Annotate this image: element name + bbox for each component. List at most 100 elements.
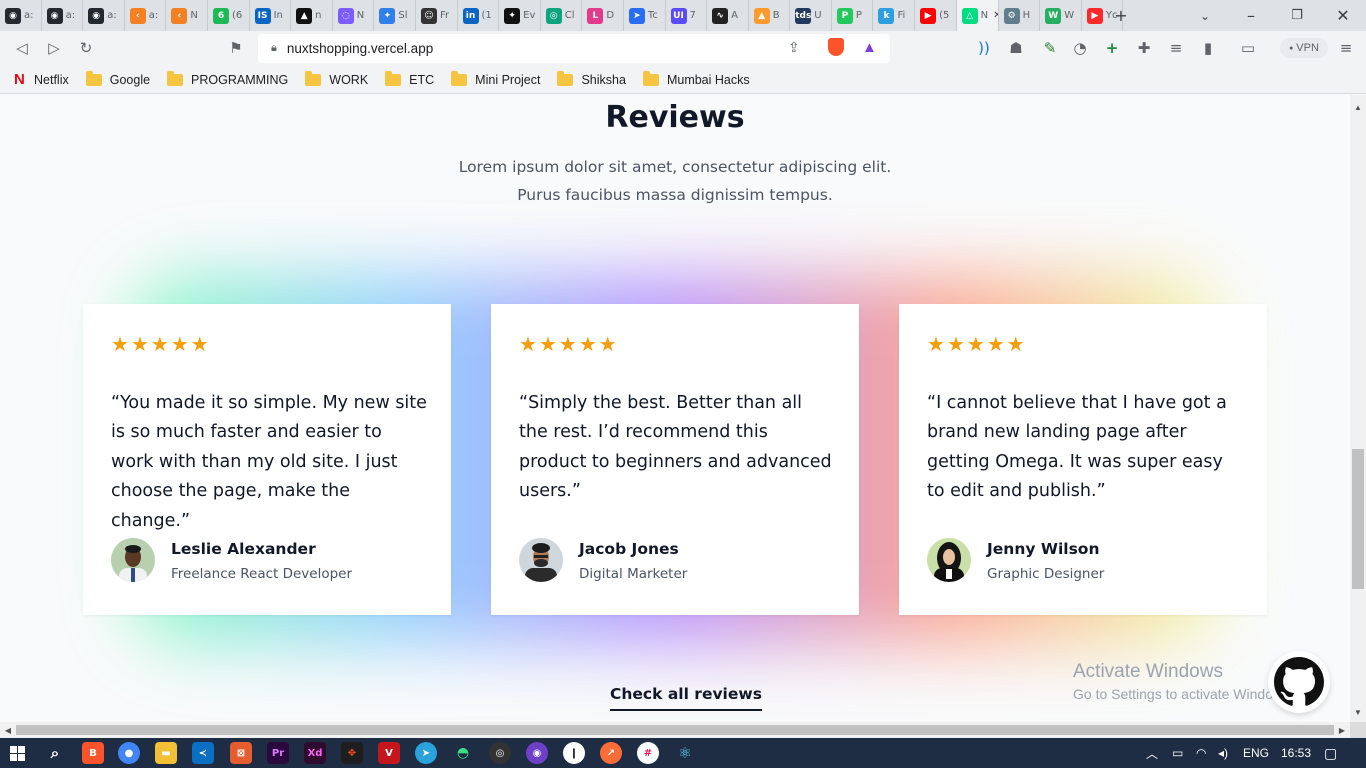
- bookmark-label: PROGRAMMING: [191, 72, 289, 87]
- vpn-button[interactable]: ● VPN: [1280, 38, 1328, 58]
- reviewer-role: Digital Marketer: [579, 566, 688, 582]
- obs-icon[interactable]: ◎: [489, 742, 511, 764]
- bookmark-icon[interactable]: ⚑: [224, 36, 248, 60]
- browser-tab[interactable]: △N✕: [956, 0, 999, 31]
- browser-tab[interactable]: ‹ N: [166, 0, 208, 31]
- horizontal-scroll-thumb[interactable]: [16, 725, 1334, 735]
- file-explorer-icon[interactable]: ▬: [155, 742, 177, 764]
- android-studio-icon[interactable]: ◓: [452, 742, 474, 764]
- star-icon: ★: [519, 332, 537, 356]
- vertical-scrollbar[interactable]: ▲ ▼: [1350, 95, 1366, 722]
- browser-tab[interactable]: ‹ a:: [125, 0, 167, 31]
- browser-tab[interactable]: ✦ Ev: [499, 0, 541, 31]
- browser-tab[interactable]: WW: [1040, 0, 1082, 31]
- wallet-sound-icon[interactable]: )): [972, 36, 996, 60]
- browser-tab[interactable]: ∿ A: [707, 0, 749, 31]
- mongodb-icon[interactable]: ❙: [563, 742, 585, 764]
- wallet-icon[interactable]: ▭: [1236, 36, 1260, 60]
- volume-icon[interactable]: ◂): [1218, 738, 1228, 768]
- postman-icon[interactable]: ↗: [600, 742, 622, 764]
- browser-tab[interactable]: ◉ a:: [0, 0, 42, 31]
- telegram-icon[interactable]: ➤: [415, 742, 437, 764]
- react-devtools-icon[interactable]: ⚛: [674, 742, 696, 764]
- tray-chevron-icon[interactable]: ︿: [1146, 738, 1158, 768]
- brave-shields-icon[interactable]: [828, 38, 844, 56]
- restore-button[interactable]: ❐: [1282, 0, 1312, 31]
- bookmark-item[interactable]: N Netflix: [14, 71, 69, 88]
- extension-speed-icon[interactable]: ◔: [1068, 36, 1092, 60]
- horizontal-scrollbar[interactable]: ◀ ▶: [0, 722, 1350, 738]
- browser-tab[interactable]: ◉ a:: [83, 0, 125, 31]
- scroll-right-arrow[interactable]: ▶: [1334, 722, 1350, 738]
- browser-tab[interactable]: ✦ Sl: [374, 0, 416, 31]
- brave-rewards-icon[interactable]: ▲: [862, 39, 877, 56]
- clock[interactable]: 16:53: [1281, 738, 1311, 768]
- browser-tab[interactable]: k Fi: [873, 0, 916, 31]
- bookmark-item[interactable]: Mumbai Hacks: [642, 70, 750, 87]
- browser-tab[interactable]: PP: [832, 0, 874, 31]
- github-floating-button[interactable]: [1268, 651, 1330, 713]
- browser-tab[interactable]: 6 (6: [208, 0, 250, 31]
- browser-tab[interactable]: LD: [582, 0, 624, 31]
- wifi-icon[interactable]: ◠: [1196, 738, 1206, 768]
- xd-icon[interactable]: Xd: [304, 742, 326, 764]
- vivaldi-icon[interactable]: V: [378, 742, 400, 764]
- sidebar-icon[interactable]: ▮: [1196, 36, 1220, 60]
- bookmark-item[interactable]: ETC: [385, 70, 434, 87]
- tab-search-icon[interactable]: ⌄: [1192, 0, 1218, 31]
- xampp-icon[interactable]: ⊠: [230, 742, 252, 764]
- share-icon[interactable]: ⇪: [788, 39, 800, 56]
- extensions-puzzle-icon[interactable]: ✚: [1132, 36, 1156, 60]
- browser-tab[interactable]: ▲ n: [291, 0, 333, 31]
- bookmark-item[interactable]: WORK: [305, 70, 368, 87]
- browser-tab[interactable]: UI 7: [666, 0, 708, 31]
- battery-icon[interactable]: ▭: [1172, 738, 1183, 768]
- extension-dropper-icon[interactable]: ✎: [1038, 36, 1062, 60]
- bookmark-item[interactable]: Google: [85, 70, 150, 87]
- browser-tab[interactable]: ◌ N: [333, 0, 375, 31]
- scroll-down-arrow[interactable]: ▼: [1350, 704, 1366, 720]
- netflix-icon: N: [14, 71, 25, 88]
- chrome-taskbar-icon[interactable]: ●: [118, 742, 140, 764]
- scroll-left-arrow[interactable]: ◀: [0, 722, 16, 738]
- browser-tab[interactable]: ▶ (5: [915, 0, 957, 31]
- check-all-reviews-link[interactable]: Check all reviews: [610, 685, 762, 711]
- browser-tab[interactable]: ☺ Fr: [416, 0, 458, 31]
- bookmark-item[interactable]: Mini Project: [451, 70, 540, 87]
- vscode-icon[interactable]: ≺: [192, 742, 214, 764]
- media-queue-icon[interactable]: ≡: [1164, 36, 1188, 60]
- tab-title: a:: [107, 10, 117, 21]
- github-desktop-icon[interactable]: ◉: [526, 742, 548, 764]
- browser-tab[interactable]: ◉ a:: [42, 0, 84, 31]
- browser-tab[interactable]: ◎ Cl: [541, 0, 583, 31]
- brave-taskbar-icon[interactable]: B: [82, 742, 104, 764]
- forward-button[interactable]: ▷: [42, 36, 66, 60]
- minimize-button[interactable]: –: [1236, 0, 1266, 31]
- windows-start-icon[interactable]: [10, 746, 25, 761]
- figma-icon[interactable]: ✥: [341, 742, 363, 764]
- browser-tab[interactable]: ➤ Tc: [624, 0, 666, 31]
- menu-icon[interactable]: ≡: [1334, 36, 1358, 60]
- language-indicator[interactable]: ENG: [1243, 738, 1269, 768]
- browser-tab[interactable]: in (1: [458, 0, 500, 31]
- extension-ninja-icon[interactable]: ☗: [1004, 36, 1028, 60]
- reload-button[interactable]: ↻: [74, 36, 98, 60]
- notifications-icon[interactable]: ▢: [1324, 738, 1337, 768]
- premiere-icon[interactable]: Pr: [267, 742, 289, 764]
- address-bar[interactable]: 🔒︎ nuxtshopping.vercel.app ⇪ ▲: [258, 34, 890, 63]
- new-tab-button[interactable]: +: [1108, 0, 1134, 31]
- extension-plus-icon[interactable]: +: [1100, 36, 1124, 60]
- browser-tab[interactable]: ▲ B: [749, 0, 791, 31]
- vertical-scroll-thumb[interactable]: [1352, 449, 1364, 589]
- slack-icon[interactable]: #: [637, 742, 659, 764]
- bookmark-item[interactable]: Shiksha: [557, 70, 626, 87]
- scroll-up-arrow[interactable]: ▲: [1350, 99, 1366, 115]
- star-icon: ★: [150, 332, 169, 356]
- back-button[interactable]: ◁: [10, 36, 34, 60]
- bookmark-item[interactable]: PROGRAMMING: [167, 70, 289, 87]
- browser-tab[interactable]: IS In: [250, 0, 292, 31]
- search-icon[interactable]: ⌕: [44, 742, 66, 764]
- browser-tab[interactable]: tds U: [790, 0, 832, 31]
- browser-tab[interactable]: ⚙ H: [999, 0, 1041, 31]
- close-window-button[interactable]: ✕: [1328, 0, 1358, 31]
